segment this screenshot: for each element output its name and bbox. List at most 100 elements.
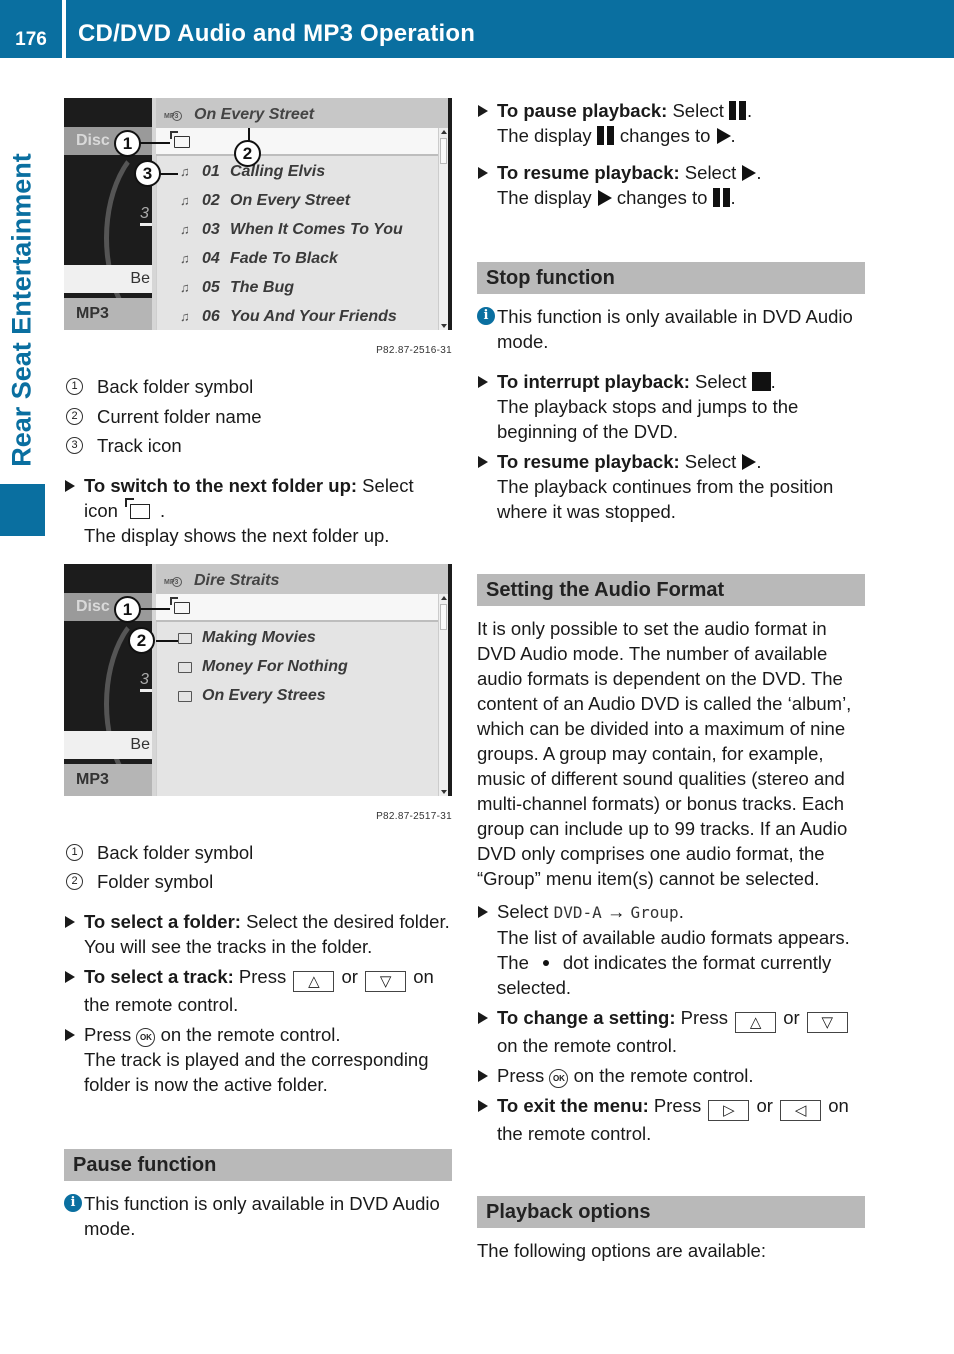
folder-title-text: Dire Straits [194,571,280,589]
track-name: The Bug [230,279,294,296]
callout-1: 1 [114,595,141,623]
step-text: on the remote control. [497,1035,677,1056]
scroll-thumb[interactable] [440,138,447,164]
back-folder-row[interactable] [156,128,438,156]
step-text: Press [233,965,292,987]
track-item[interactable]: ♫ 01 Calling Elvis [156,157,438,186]
legend-text: Back folder symbol [97,841,254,863]
scrollbar[interactable] [438,593,448,796]
play-icon [716,128,731,144]
back-folder-row[interactable] [156,593,438,622]
current-folder-title: Dire Straits [156,563,452,594]
music-note-icon: ♫ [180,251,190,266]
be-label: Be [64,730,152,759]
folder-item[interactable]: Making Movies [156,623,438,652]
legend-item: 2 Current folder name [64,402,452,432]
legend-item: 3 Track icon [64,431,452,461]
step-text: dot indicates the format currently selec… [497,952,832,998]
legend-2: 1 Back folder symbol 2 Folder symbol [64,838,452,897]
step-result: The display shows the next folder up. [84,524,390,546]
scroll-thumb[interactable] [440,603,447,630]
music-note-icon: ♫ [180,280,190,295]
scroll-down-arrow-icon [441,789,447,794]
scroll-down-arrow-icon [441,324,447,328]
down-key-icon: ▽ [806,1012,848,1033]
left-key-icon: ◁ [780,1100,822,1121]
step-text: Select [667,100,730,121]
pause-icon [729,101,747,120]
step-text: . [730,125,736,146]
current-folder-title: On Every Street [156,98,452,128]
step-title: To resume playback: [497,451,680,472]
track-item[interactable]: ♫ 04 Fade To Black [156,244,438,273]
folder-name: Making Movies [202,628,316,646]
step-text: The display [497,125,597,146]
section-heading-audio-format: Setting the Audio Format [477,574,865,606]
track-item[interactable]: ♫ 05 The Bug [156,273,438,302]
step-select-track: To select a track: Press △ or ▽ on the r… [64,964,452,1017]
side-tab-marker [0,484,45,536]
step-folder-up: To switch to the next folder up: Select … [64,473,452,548]
play-icon [597,190,612,206]
step-text: . [770,371,776,392]
info-note: i This function is only available in DVD… [477,304,865,354]
step-text-line: icon. [84,497,452,523]
step-title: To select a track: [84,965,234,987]
legend-text: Track icon [97,435,182,457]
track-number: 04 [202,250,220,267]
track-item[interactable]: ♫ 03 When It Comes To You [156,215,438,244]
audio-format-description: It is only possible to set the audio for… [477,618,852,889]
step-resume-playback: To resume playback: Select . The playbac… [477,449,865,524]
step-text: or [336,965,364,987]
step-text: . [756,451,762,472]
step-result: The track is played and the correspondin… [84,1048,429,1095]
music-note-icon: ♫ [180,164,190,179]
legend-text: Back folder symbol [97,376,254,398]
folder-item[interactable]: Money For Nothing [156,652,438,681]
callout-line [140,142,170,144]
right-edge [448,98,452,330]
track-item[interactable]: ♫ 02 On Every Street [156,186,438,215]
step-text: The [497,952,529,973]
step-text: or [751,1095,779,1116]
step-resume-playback: To resume playback: Select . The display… [477,160,865,210]
pause-icon [712,188,731,207]
folder-item[interactable]: On Every Strees [156,681,438,710]
music-note-icon: ♫ [180,309,190,324]
track-item[interactable]: ♫ 06 You And Your Friends [156,302,438,330]
step-title: To select a folder: [84,910,241,932]
step-press-ok: Press OK on the remote control. [477,1063,865,1088]
track-name: Fade To Black [230,250,338,267]
callout-2: 2 [128,626,155,654]
step-text: icon [84,499,118,521]
track-number: 02 [202,192,220,209]
scrollbar[interactable] [438,128,448,330]
step-text: on the remote control. [155,1023,341,1045]
page-number: 176 [15,29,47,50]
step-text: Select [679,451,742,472]
track-number: 06 [202,308,220,325]
menu-item-dvd-a: DVD-A [553,903,602,922]
step-text: . [678,901,684,922]
track-number: 05 [202,279,220,296]
step-title: To change a setting: [497,1007,676,1028]
step-text: . [747,100,753,121]
screenshot-track-list: Disc 3 Be MP3 On Every Street MP3 ♫ 01 Cal… [64,98,452,330]
dial-tick [140,223,152,226]
mp3-disc-icon: MP3 [164,570,186,588]
info-text: This function is only available in DVD A… [84,1192,440,1239]
step-result: You will see the tracks in the folder. [84,935,373,957]
mp3-label: MP3 [64,763,152,796]
step-text: . [730,187,736,208]
step-result: The display changes to . [497,123,865,148]
step-select-group: Select DVD-A → Group. The list of availa… [477,899,865,1000]
callout-line [156,639,178,642]
step-title: To switch to the next folder up: [84,474,358,496]
be-label: Be [64,265,152,293]
step-text: . [159,499,166,521]
track-name: When It Comes To You [230,221,403,238]
step-text: The display [497,187,597,208]
step-interrupt-playback: To interrupt playback: Select . The play… [477,369,865,444]
scroll-up-arrow-icon [441,130,447,134]
side-section-tab: Rear Seat Entertainment [0,150,45,470]
